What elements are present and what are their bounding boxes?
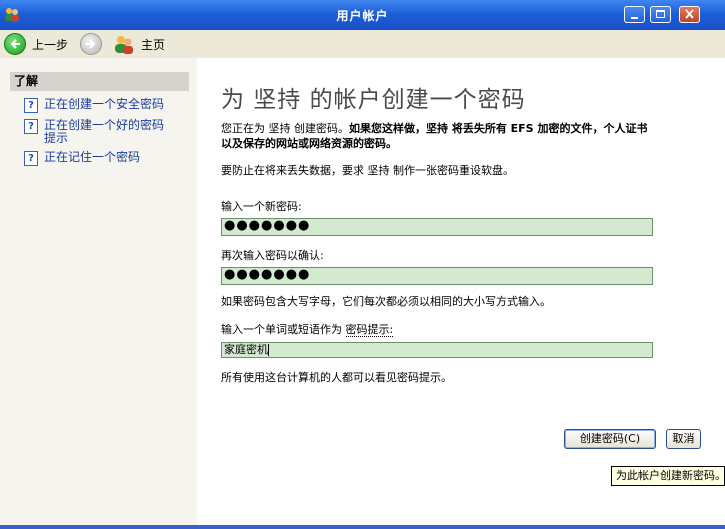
hint-label-text: 输入一个单词或短语作为 xyxy=(221,323,346,336)
hint-visibility-note: 所有使用这台计算机的人都可以看见密码提示。 xyxy=(221,371,452,384)
learn-about-header: 了解 xyxy=(10,72,189,91)
back-label: 上一步 xyxy=(32,37,69,52)
confirm-password-value: ●●●●●●● xyxy=(224,267,311,282)
learn-item-label: 正在记住一个密码 xyxy=(44,150,141,164)
learn-about-panel: 了解 ? 正在创建一个安全密码 ? 正在创建一个好的密码提示 ? 正在记住一个密… xyxy=(0,58,197,529)
forward-arrow-icon xyxy=(80,33,102,55)
back-button[interactable]: 上一步 xyxy=(4,33,68,55)
case-sensitivity-note: 如果密码包含大写字母，它们每次都必须以相同的大小写方式输入。 xyxy=(221,295,551,308)
confirm-password-input[interactable]: ●●●●●●● xyxy=(221,267,653,285)
new-password-input[interactable]: ●●●●●●● xyxy=(221,218,653,236)
password-hint-link[interactable]: 密码提示: xyxy=(345,323,394,337)
create-password-tooltip: 为此帐户创建新密码。 xyxy=(611,466,725,486)
window-title: 用户帐户 xyxy=(336,9,389,23)
minimize-icon xyxy=(631,17,638,19)
help-icon: ? xyxy=(24,98,38,113)
learn-item-secure-password[interactable]: ? 正在创建一个安全密码 xyxy=(24,98,190,113)
window-bottom-border xyxy=(0,525,725,529)
password-hint-input[interactable]: 家庭密机 xyxy=(221,342,653,358)
text-cursor xyxy=(268,344,269,356)
title-bar[interactable]: 用户帐户 xyxy=(0,0,725,30)
reset-disk-note: 要防止在将来丢失数据，要求 坚持 制作一张密码重设软盘。 xyxy=(221,164,514,177)
new-password-value: ●●●●●●● xyxy=(224,218,311,233)
maximize-button[interactable] xyxy=(650,6,671,23)
cancel-button[interactable]: 取消 xyxy=(666,429,701,449)
back-arrow-icon xyxy=(4,33,26,55)
intro-text: 您正在为 坚持 创建密码。 xyxy=(221,122,349,135)
help-icon: ? xyxy=(24,119,38,134)
new-password-label: 输入一个新密码: xyxy=(221,200,302,213)
page-title: 为 坚持 的帐户创建一个密码 xyxy=(221,87,526,113)
close-button[interactable] xyxy=(679,6,700,23)
learn-item-remember-password[interactable]: ? 正在记住一个密码 xyxy=(24,151,190,166)
home-button[interactable]: 主页 xyxy=(113,33,165,55)
help-icon: ? xyxy=(24,151,38,166)
maximize-icon xyxy=(656,10,665,18)
home-users-icon xyxy=(115,36,133,54)
minimize-button[interactable] xyxy=(624,6,645,23)
close-icon xyxy=(685,9,694,19)
intro-warning: 您正在为 坚持 创建密码。如果您这样做，坚持 将丢失所有 EFS 加密的文件，个… xyxy=(221,121,653,151)
toolbar: 上一步 主页 xyxy=(0,30,725,58)
create-password-button[interactable]: 创建密码(C) xyxy=(564,429,656,449)
password-hint-label: 输入一个单词或短语作为 密码提示: xyxy=(221,321,394,337)
confirm-password-label: 再次输入密码以确认: xyxy=(221,249,324,262)
create-password-panel: 为 坚持 的帐户创建一个密码 您正在为 坚持 创建密码。如果您这样做，坚持 将丢… xyxy=(197,58,725,529)
learn-item-label: 正在创建一个安全密码 xyxy=(44,97,165,111)
forward-button[interactable] xyxy=(80,33,102,55)
password-hint-value: 家庭密机 xyxy=(224,343,268,356)
learn-item-good-hint[interactable]: ? 正在创建一个好的密码提示 xyxy=(24,119,174,145)
home-label: 主页 xyxy=(141,37,166,52)
learn-item-label: 正在创建一个好的密码提示 xyxy=(44,118,165,145)
